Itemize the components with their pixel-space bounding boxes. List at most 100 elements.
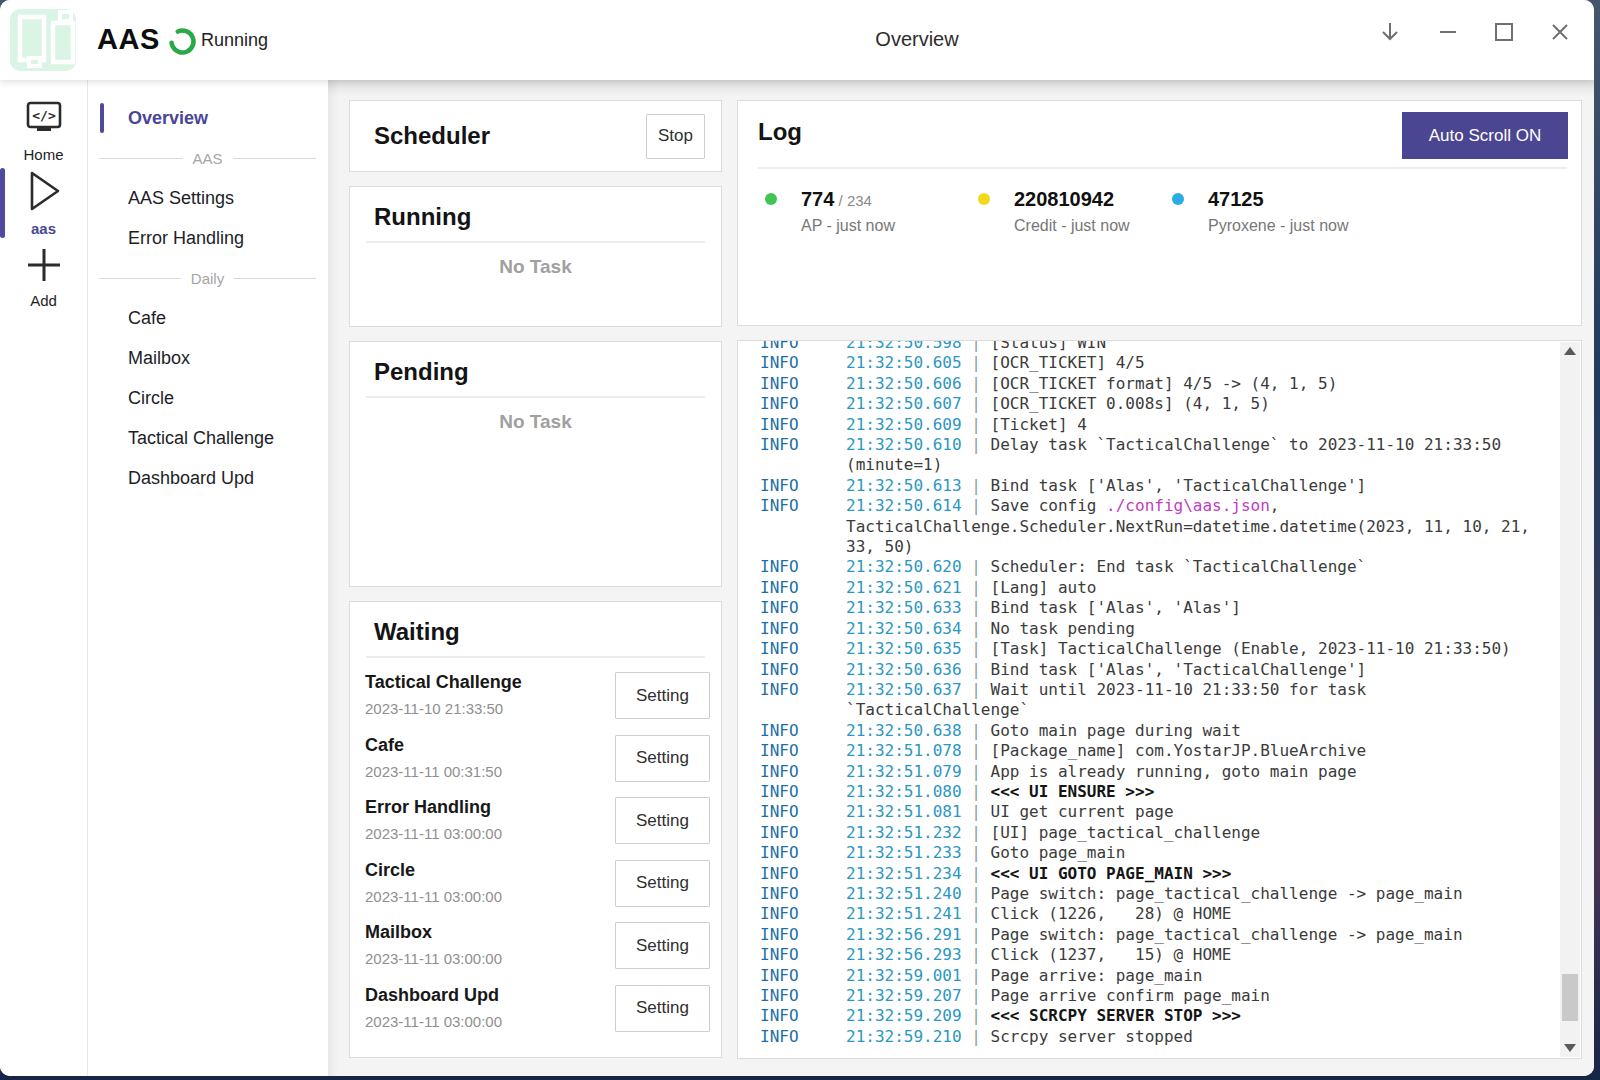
- log-level: INFO: [760, 762, 846, 782]
- log-entry: INFO21:32:59.207 | Page arrive confirm p…: [760, 986, 1556, 1006]
- scheduler-card: Scheduler Stop: [349, 100, 722, 172]
- log-message: 21:32:50.610 | Delay task `TacticalChall…: [846, 435, 1556, 476]
- log-entry: INFO21:32:51.081 | UI get current page: [760, 802, 1556, 822]
- log-message: 21:32:50.638 | Goto main page during wai…: [846, 721, 1556, 741]
- log-entry: INFO21:32:51.241 | Click (1226, 28) @ HO…: [760, 904, 1556, 924]
- status-text: Running: [201, 30, 268, 51]
- task-next-run: 2023-11-11 03:00:00: [365, 1013, 502, 1030]
- waiting-task-row: Dashboard Upd2023-11-11 03:00:00Setting: [365, 980, 710, 1043]
- nav-section-daily: Daily: [89, 258, 328, 298]
- task-next-run: 2023-11-10 21:33:50: [365, 700, 503, 717]
- nav-item-aas-settings[interactable]: AAS Settings: [89, 178, 328, 218]
- maximize-button[interactable]: [1489, 17, 1519, 47]
- scheduler-title: Scheduler: [374, 122, 490, 150]
- stat-label: AP - just now: [801, 217, 895, 235]
- log-scrollbar[interactable]: [1560, 342, 1580, 1057]
- running-card: Running No Task: [349, 186, 722, 327]
- section-divider: AAS: [99, 150, 316, 167]
- app-logo-icon: [10, 9, 76, 71]
- log-level: INFO: [760, 578, 846, 598]
- log-level: INFO: [760, 680, 846, 721]
- log-message: 21:32:50.607 | [OCR_TICKET 0.008s] (4, 1…: [846, 394, 1556, 414]
- log-message: 21:32:50.613 | Bind task ['Alas', 'Tacti…: [846, 476, 1556, 496]
- nav-item-label: Error Handling: [89, 228, 244, 249]
- setting-button-circle[interactable]: Setting: [615, 860, 710, 907]
- rail-item-add[interactable]: Add: [0, 246, 87, 309]
- scroll-up-icon[interactable]: [1560, 347, 1580, 355]
- nav-item-overview[interactable]: Overview: [89, 98, 328, 138]
- log-level: INFO: [760, 340, 846, 353]
- rail-item-home[interactable]: </> Home: [0, 98, 87, 163]
- nav-item-cafe[interactable]: Cafe: [89, 298, 328, 338]
- log-level: INFO: [760, 598, 846, 618]
- task-next-run: 2023-11-11 03:00:00: [365, 950, 502, 967]
- log-entry: INFO21:32:59.209 | <<< SCRCPY SERVER STO…: [760, 1006, 1556, 1026]
- log-level: INFO: [760, 802, 846, 822]
- log-level: INFO: [760, 557, 846, 577]
- log-message: 21:32:50.620 | Scheduler: End task `Tact…: [846, 557, 1556, 577]
- log-message: 21:32:51.078 | [Package_name] com.Yostar…: [846, 741, 1556, 761]
- rail-active-indicator: [0, 168, 5, 238]
- content-area: Scheduler Stop Running No Task Pending N…: [328, 80, 1594, 1076]
- log-level: INFO: [760, 966, 846, 986]
- running-empty-text: No Task: [350, 256, 721, 278]
- stat-value: 774 / 234: [801, 188, 895, 211]
- log-message: 21:32:50.598 | [Status] WIN: [846, 340, 1556, 353]
- rail-item-aas[interactable]: aas: [0, 170, 87, 237]
- task-name: Error Handling: [365, 797, 491, 818]
- close-button[interactable]: [1545, 17, 1575, 47]
- setting-button-tactical-challenge[interactable]: Setting: [615, 672, 710, 719]
- setting-button-mailbox[interactable]: Setting: [615, 922, 710, 969]
- nav-item-dashboard-upd[interactable]: Dashboard Upd: [89, 458, 328, 498]
- nav-item-circle[interactable]: Circle: [89, 378, 328, 418]
- log-entry: INFO21:32:51.078 | [Package_name] com.Yo…: [760, 741, 1556, 761]
- log-message: 21:32:50.634 | No task pending: [846, 619, 1556, 639]
- log-entry: INFO21:32:50.607 | [OCR_TICKET 0.008s] (…: [760, 394, 1556, 414]
- log-level: INFO: [760, 864, 846, 884]
- waiting-task-row: Mailbox2023-11-11 03:00:00Setting: [365, 917, 710, 980]
- stat-value: 47125: [1208, 188, 1349, 211]
- log-message: 21:32:59.209 | <<< SCRCPY SERVER STOP >>…: [846, 1006, 1556, 1026]
- log-level: INFO: [760, 741, 846, 761]
- auto-scroll-button[interactable]: Auto Scroll ON: [1402, 112, 1568, 159]
- log-entry: INFO21:32:50.598 | [Status] WIN: [760, 340, 1556, 353]
- nav-item-mailbox[interactable]: Mailbox: [89, 338, 328, 378]
- minimize-button[interactable]: [1433, 17, 1463, 47]
- setting-button-error-handling[interactable]: Setting: [615, 797, 710, 844]
- task-next-run: 2023-11-11 03:00:00: [365, 888, 502, 905]
- log-level: INFO: [760, 374, 846, 394]
- setting-button-dashboard-upd[interactable]: Setting: [615, 985, 710, 1032]
- task-name: Cafe: [365, 735, 404, 756]
- stat-dot-icon: [1172, 193, 1184, 205]
- log-entry: INFO21:32:50.635 | [Task] TacticalChalle…: [760, 639, 1556, 659]
- scrollbar-thumb[interactable]: [1562, 974, 1578, 1021]
- stat-dot-icon: [978, 193, 990, 205]
- log-header-card: Log Auto Scroll ON 774 / 234AP - just no…: [737, 100, 1582, 326]
- setting-button-cafe[interactable]: Setting: [615, 735, 710, 782]
- nav-item-error-handling[interactable]: Error Handling: [89, 218, 328, 258]
- log-level: INFO: [760, 435, 846, 476]
- nav-item-tactical-challenge[interactable]: Tactical Challenge: [89, 418, 328, 458]
- log-entry: INFO21:32:50.613 | Bind task ['Alas', 'T…: [760, 476, 1556, 496]
- running-spinner-icon: [169, 28, 196, 55]
- log-entry: INFO21:32:51.232 | [UI] page_tactical_ch…: [760, 823, 1556, 843]
- log-entry: INFO21:32:50.620 | Scheduler: End task `…: [760, 557, 1556, 577]
- app-title: AAS: [97, 23, 160, 56]
- task-next-run: 2023-11-11 03:00:00: [365, 825, 502, 842]
- log-level: INFO: [760, 415, 846, 435]
- download-arrow-button[interactable]: [1375, 17, 1405, 47]
- log-message: 21:32:51.080 | <<< UI ENSURE >>>: [846, 782, 1556, 802]
- log-stat-credit: 220810942Credit - just now: [978, 188, 1130, 235]
- log-entry: INFO21:32:51.080 | <<< UI ENSURE >>>: [760, 782, 1556, 802]
- code-monitor-icon: </>: [24, 98, 64, 138]
- nav: Overview AAS AAS Settings Error Handling Dai…: [89, 80, 328, 1076]
- log-level: INFO: [760, 925, 846, 945]
- scroll-down-icon[interactable]: [1560, 1044, 1580, 1052]
- stop-button[interactable]: Stop: [646, 114, 705, 159]
- stat-label: Pyroxene - just now: [1208, 217, 1349, 235]
- log-message: 21:32:51.232 | [UI] page_tactical_challe…: [846, 823, 1556, 843]
- waiting-card: Waiting Tactical Challenge2023-11-10 21:…: [349, 601, 722, 1058]
- svg-text:</>: </>: [32, 108, 56, 123]
- window-title: Overview: [875, 28, 958, 51]
- play-icon: [24, 170, 64, 212]
